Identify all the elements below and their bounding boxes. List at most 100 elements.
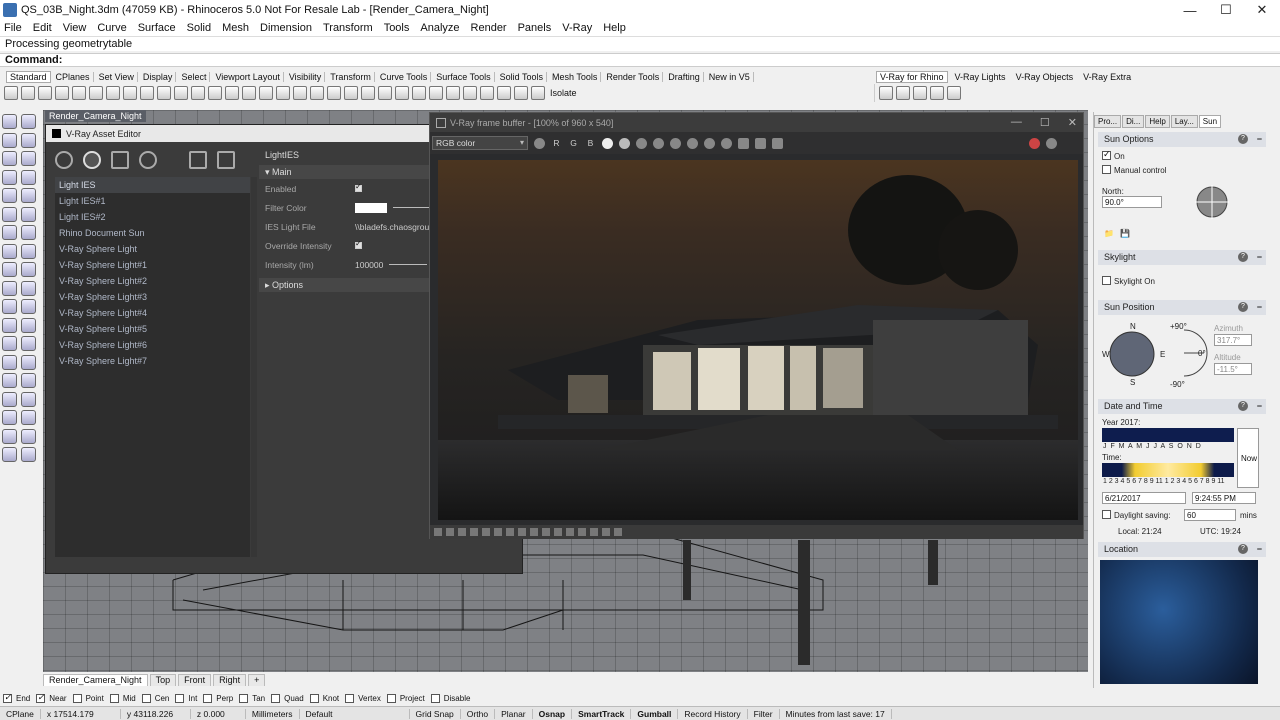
osnap-vertex[interactable]: Vertex bbox=[345, 693, 381, 703]
vfb-bottom-icon[interactable] bbox=[554, 528, 562, 536]
list-item[interactable]: Light IES#1 bbox=[55, 193, 250, 209]
settings-icon[interactable] bbox=[139, 151, 157, 169]
lock-icon[interactable] bbox=[378, 86, 392, 100]
lights-icon[interactable] bbox=[83, 151, 101, 169]
time-slider[interactable] bbox=[1102, 463, 1234, 477]
tab-layers[interactable]: Lay... bbox=[1170, 114, 1198, 128]
help-icon[interactable]: ? bbox=[1238, 252, 1248, 262]
help-icon[interactable]: ? bbox=[1238, 544, 1248, 554]
menu-transform[interactable]: Transform bbox=[323, 22, 373, 34]
move-icon[interactable] bbox=[174, 86, 188, 100]
load-image-icon[interactable] bbox=[653, 137, 664, 149]
status-planar[interactable]: Planar bbox=[495, 708, 533, 719]
zoom-extents-icon[interactable] bbox=[242, 86, 256, 100]
rotate-view-icon[interactable] bbox=[191, 86, 205, 100]
status-gumball[interactable]: Gumball bbox=[631, 708, 679, 719]
collapse-icon[interactable]: − bbox=[1257, 300, 1262, 315]
blue-channel-button[interactable]: B bbox=[585, 138, 596, 148]
tab-mesh-tools[interactable]: Mesh Tools bbox=[549, 72, 602, 82]
curve-icon[interactable] bbox=[21, 188, 36, 203]
tab-display-panel[interactable]: Di... bbox=[1122, 114, 1145, 128]
altitude-input[interactable]: -11.5° bbox=[1214, 363, 1252, 375]
vray-render-icon[interactable] bbox=[896, 86, 910, 100]
cplane-icon[interactable] bbox=[310, 86, 324, 100]
offset-icon[interactable] bbox=[21, 206, 36, 222]
section-main[interactable]: ▾ Main bbox=[259, 165, 434, 179]
materials-icon[interactable] bbox=[55, 151, 73, 169]
dimension-tool-icon[interactable] bbox=[2, 391, 17, 407]
list-item[interactable]: V-Ray Sphere Light#3 bbox=[55, 289, 250, 305]
intensity-slider[interactable] bbox=[389, 264, 428, 265]
grid-tool-icon[interactable] bbox=[2, 428, 17, 444]
tab-cplanes[interactable]: CPlanes bbox=[53, 72, 94, 82]
filter-color-slider[interactable] bbox=[393, 207, 431, 208]
status-units[interactable]: Millimeters bbox=[246, 708, 300, 719]
render-teapot-icon[interactable] bbox=[1046, 137, 1057, 149]
vfb-bottom-icon[interactable] bbox=[470, 528, 478, 536]
render-sphere-icon[interactable] bbox=[429, 86, 443, 100]
osnap-tan-checkbox[interactable] bbox=[239, 693, 249, 703]
vfb-tool-icon[interactable] bbox=[534, 137, 545, 149]
close-button[interactable]: ✕ bbox=[1244, 0, 1280, 20]
tab-vray-objects[interactable]: V-Ray Objects bbox=[1013, 72, 1077, 82]
vray-asset-icon[interactable] bbox=[947, 86, 961, 100]
status-filter[interactable]: Filter bbox=[748, 708, 780, 719]
ies-file-field[interactable]: \\bladefs.chaosgroup bbox=[355, 222, 434, 232]
menu-view[interactable]: View bbox=[63, 22, 87, 34]
rotate-icon[interactable] bbox=[2, 354, 17, 370]
azimuth-input[interactable]: 317.7° bbox=[1214, 334, 1252, 346]
year-slider[interactable] bbox=[1102, 428, 1234, 442]
status-grid-snap[interactable]: Grid Snap bbox=[410, 708, 461, 719]
line-icon[interactable] bbox=[2, 132, 17, 148]
surface-icon[interactable] bbox=[2, 225, 17, 240]
copy-icon[interactable] bbox=[106, 86, 120, 100]
status-smarttrack[interactable]: SmartTrack bbox=[572, 708, 632, 719]
grid-icon[interactable] bbox=[514, 86, 528, 100]
render-tool-icon[interactable] bbox=[2, 447, 17, 462]
add-light-icon[interactable] bbox=[189, 151, 207, 169]
menu-file[interactable]: File bbox=[4, 22, 22, 34]
four-views-icon[interactable] bbox=[276, 86, 290, 100]
undo-icon[interactable] bbox=[140, 86, 154, 100]
environment-icon[interactable] bbox=[463, 86, 477, 100]
extrude-icon[interactable] bbox=[21, 225, 36, 240]
tab-display[interactable]: Display bbox=[140, 72, 177, 82]
menu-render[interactable]: Render bbox=[471, 22, 507, 34]
vfb-bottom-icon[interactable] bbox=[614, 528, 622, 536]
add-viewport-button[interactable]: + bbox=[248, 674, 266, 686]
compare-icon[interactable] bbox=[755, 137, 766, 149]
vfb-bottom-icon[interactable] bbox=[566, 528, 574, 536]
circle-icon[interactable] bbox=[2, 151, 17, 166]
menu-analyze[interactable]: Analyze bbox=[420, 22, 459, 34]
list-item[interactable]: V-Ray Sphere Light#6 bbox=[55, 337, 250, 353]
array-icon[interactable] bbox=[21, 373, 36, 388]
viewport-title[interactable]: Render_Camera_Night bbox=[45, 110, 146, 122]
pan-hand-icon[interactable] bbox=[157, 86, 171, 100]
geometry-icon[interactable] bbox=[111, 151, 129, 169]
override-intensity-checkbox[interactable] bbox=[355, 239, 362, 249]
list-item[interactable]: V-Ray Sphere Light#7 bbox=[55, 353, 250, 369]
collapse-icon[interactable]: − bbox=[1257, 132, 1262, 147]
osnap-project[interactable]: Project bbox=[386, 693, 425, 703]
list-item[interactable]: V-Ray Sphere Light#1 bbox=[55, 257, 250, 273]
tab-vray-for-rhino[interactable]: V-Ray for Rhino bbox=[876, 71, 948, 83]
settings-panel-icon[interactable] bbox=[772, 137, 783, 149]
tab-surface-tools[interactable]: Surface Tools bbox=[433, 72, 495, 82]
sphere-icon[interactable] bbox=[21, 243, 36, 259]
menu-panels[interactable]: Panels bbox=[518, 22, 552, 34]
osnap-perp-checkbox[interactable] bbox=[203, 693, 213, 703]
tab-right[interactable]: Right bbox=[213, 674, 247, 686]
explode-icon[interactable] bbox=[2, 299, 17, 314]
isolate-label[interactable]: Isolate bbox=[550, 88, 577, 98]
tab-render-tools[interactable]: Render Tools bbox=[603, 72, 664, 82]
tab-front[interactable]: Front bbox=[178, 674, 212, 686]
osnap-disable-checkbox[interactable] bbox=[430, 693, 440, 703]
menu-dimension[interactable]: Dimension bbox=[260, 22, 312, 34]
list-item[interactable]: Light IES bbox=[55, 177, 250, 193]
render-icon[interactable] bbox=[446, 86, 460, 100]
vray-logo-icon[interactable] bbox=[879, 86, 893, 100]
tab-top[interactable]: Top bbox=[149, 674, 177, 686]
osnap-knot[interactable]: Knot bbox=[309, 693, 339, 703]
red-channel-button[interactable]: R bbox=[551, 138, 562, 148]
vfb-bottom-icon[interactable] bbox=[530, 528, 538, 536]
